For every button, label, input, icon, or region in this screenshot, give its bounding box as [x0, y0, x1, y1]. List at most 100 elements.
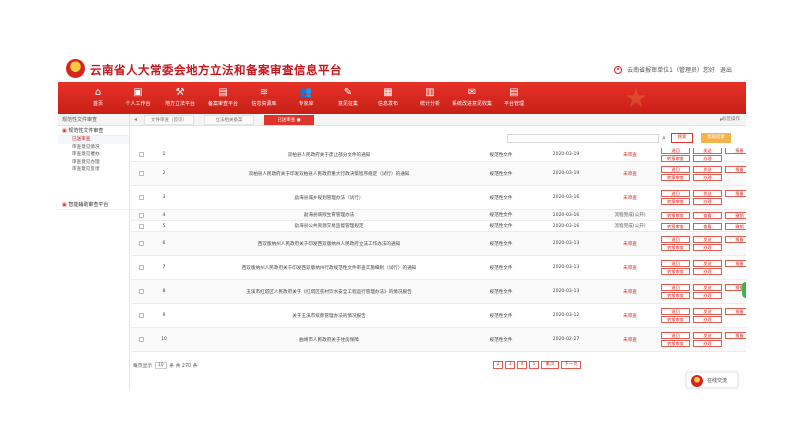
nav-item-0[interactable]: ⌂ 首页 [76, 85, 120, 113]
row-action-button[interactable]: 退回 [661, 308, 690, 315]
row-checkbox[interactable] [138, 313, 144, 318]
row-action-button[interactable]: 转报审查 [661, 222, 690, 230]
nav-item-7[interactable]: ▦ 信息发布 [366, 85, 410, 113]
row-action-button[interactable]: 退回 [661, 190, 690, 197]
sidebar-item-0-4[interactable]: 审查意见反馈 [58, 166, 129, 174]
row-action-button[interactable]: 转报审查 [661, 244, 690, 251]
row-action-button[interactable]: 办理 [693, 292, 722, 299]
row-title[interactable]: 西双版纳州人民政府关于印发西双版纳州人民政府立法工作办法的通知 [187, 232, 471, 255]
row-checkbox[interactable] [138, 265, 144, 270]
nav-item-9[interactable]: ✉ 系统改进意见收集 [450, 85, 494, 113]
row-action-button[interactable]: 发送 [693, 166, 722, 173]
row-action-button[interactable]: 转报审查 [661, 292, 690, 299]
row-action-button[interactable]: 查看 [693, 222, 722, 230]
search-button[interactable]: 搜索 [671, 133, 693, 143]
row-action-button[interactable]: 发送 [693, 148, 722, 154]
row-title[interactable]: 西双版纳州人民政府关于印发西双版纳州行政规范性文件审查实施细则（试行）的通知 [187, 256, 471, 279]
row-action-button[interactable]: 撤销 [725, 211, 746, 219]
row-checkbox[interactable] [138, 223, 144, 229]
sidebar-item-0-3[interactable]: 审查意见办理 [58, 159, 129, 167]
row-action-button[interactable]: 发送 [693, 260, 722, 267]
row-action-button[interactable]: 退回 [661, 148, 690, 154]
search-input[interactable] [507, 134, 659, 143]
row-action-button[interactable]: 撤销 [725, 222, 746, 230]
row-action-button[interactable]: 退回 [661, 236, 690, 243]
row-action-button[interactable]: 转报审查 [661, 340, 690, 347]
nav-item-3[interactable]: ▤ 备案审查平台 [201, 85, 245, 113]
page-size-select[interactable]: 10 [154, 362, 167, 369]
row-action-button[interactable]: 办理 [693, 198, 722, 205]
sidebar-head[interactable]: 规范性文件审查 [58, 114, 130, 126]
row-action-button[interactable]: 退回 [661, 260, 690, 267]
row-checkbox[interactable] [138, 337, 144, 342]
sidebar-item-0-1[interactable]: 审查意见情况 [58, 144, 129, 152]
side-float-tab[interactable] [742, 282, 746, 298]
nav-item-6[interactable]: ✎ 意见征集 [326, 85, 370, 113]
row-action-button[interactable]: 转报审查 [661, 211, 690, 219]
nav-item-8[interactable]: ▥ 统计分析 [408, 85, 452, 113]
row-action-button[interactable]: 转报审查 [661, 174, 690, 181]
tab-submitted-review[interactable]: 已送审查 ● [264, 115, 314, 125]
row-action-button[interactable]: 转报审查 [661, 198, 690, 205]
row-action-button[interactable]: 办理 [693, 316, 722, 323]
row-action-button[interactable]: 办理 [693, 174, 722, 181]
row-action-button[interactable]: 发送 [693, 236, 722, 243]
sidebar-group-1[interactable]: ▣ 智能辅助审查平台 [58, 200, 129, 210]
row-action-button[interactable]: 办理 [693, 268, 722, 275]
row-title[interactable]: 双柏县人民政府关于废止部分文件的通知 [187, 148, 471, 161]
tab-file-review[interactable]: 文件审查（首页） [144, 115, 194, 125]
row-checkbox[interactable] [138, 152, 144, 157]
page-button-4[interactable]: 尾页 [541, 361, 559, 369]
row-action-button[interactable]: 发送 [693, 190, 722, 197]
row-checkbox[interactable] [138, 195, 144, 200]
page-button-5[interactable]: 下一页 [561, 361, 581, 369]
row-action-button[interactable]: 转报审查 [661, 155, 690, 162]
row-action-button[interactable]: 报备 [725, 148, 746, 154]
logout-link[interactable]: 退出 [720, 65, 732, 74]
sidebar-item-0-0[interactable]: 已送审查 [58, 136, 129, 144]
row-action-button[interactable]: 发送 [693, 284, 722, 291]
page-button-0[interactable]: 2 [493, 361, 503, 369]
row-checkbox[interactable] [138, 289, 144, 294]
row-action-button[interactable]: 报备 [725, 308, 746, 315]
search-icon[interactable]: ⌕ [662, 133, 666, 143]
row-checkbox[interactable] [138, 212, 144, 218]
sidebar-item-0-2[interactable]: 审查意见催办 [58, 151, 129, 159]
page-button-1[interactable]: 3 [505, 361, 515, 369]
row-title[interactable]: 玉溪市红塔区人民政府关于《红塔区农村饮水安全工程运行管理办法》的情况报告 [187, 280, 471, 303]
page-button-2[interactable]: 4 [517, 361, 527, 369]
row-action-button[interactable]: 办理 [693, 155, 722, 162]
row-action-button[interactable]: 办理 [693, 244, 722, 251]
row-action-button[interactable]: 办理 [693, 340, 722, 347]
row-title[interactable]: 勐海县城乡规划管理办法（试行） [187, 186, 471, 209]
tab-operations[interactable]: 标签操作 [722, 114, 740, 126]
online-service-button[interactable]: 在线交流 [686, 372, 738, 388]
row-action-button[interactable]: 报备 [725, 260, 746, 267]
row-title[interactable]: 勐海县病残生育管理办法 [187, 210, 471, 220]
row-action-button[interactable]: 转报审查 [661, 268, 690, 275]
row-action-button[interactable]: 发送 [693, 308, 722, 315]
nav-item-2[interactable]: ⚒ 地方立法平台 [158, 85, 202, 113]
advanced-search-button[interactable]: 高级检索 [701, 133, 731, 143]
row-checkbox[interactable] [138, 241, 144, 246]
row-action-button[interactable]: 转报审查 [661, 316, 690, 323]
row-checkbox[interactable] [138, 171, 144, 176]
row-title[interactable]: 双柏县人民政府关于印发双柏县人民政府重大行政决策程序规定（试行）的通知 [187, 162, 471, 185]
row-action-button[interactable]: 报备 [725, 332, 746, 339]
sidebar-group-0[interactable]: ▣ 规范性文件审查 [58, 126, 129, 136]
row-title[interactable]: 曲靖市人民政府关于住房保障 [187, 328, 471, 351]
row-action-button[interactable]: 退回 [661, 332, 690, 339]
page-button-3[interactable]: 5 [529, 361, 539, 369]
nav-item-5[interactable]: 👥 专家库 [284, 85, 328, 113]
row-action-button[interactable]: 报备 [725, 190, 746, 197]
tab-prev-icon[interactable]: ◂ [134, 114, 137, 126]
tab-legislation-filing[interactable]: 立法相关备案 [204, 115, 254, 125]
row-action-button[interactable]: 报备 [725, 236, 746, 243]
row-action-button[interactable]: 退回 [661, 284, 690, 291]
nav-item-10[interactable]: ▤ 平台管理 [492, 85, 536, 113]
row-title[interactable]: 勐海县公共资源交易监督管理规定 [187, 221, 471, 231]
nav-item-4[interactable]: ≋ 信息资源库 [242, 85, 286, 113]
row-action-button[interactable]: 退回 [661, 166, 690, 173]
row-action-button[interactable]: 查看 [693, 211, 722, 219]
row-title[interactable]: 关于玉溪市殡葬管理办法的情况报告 [187, 304, 471, 327]
